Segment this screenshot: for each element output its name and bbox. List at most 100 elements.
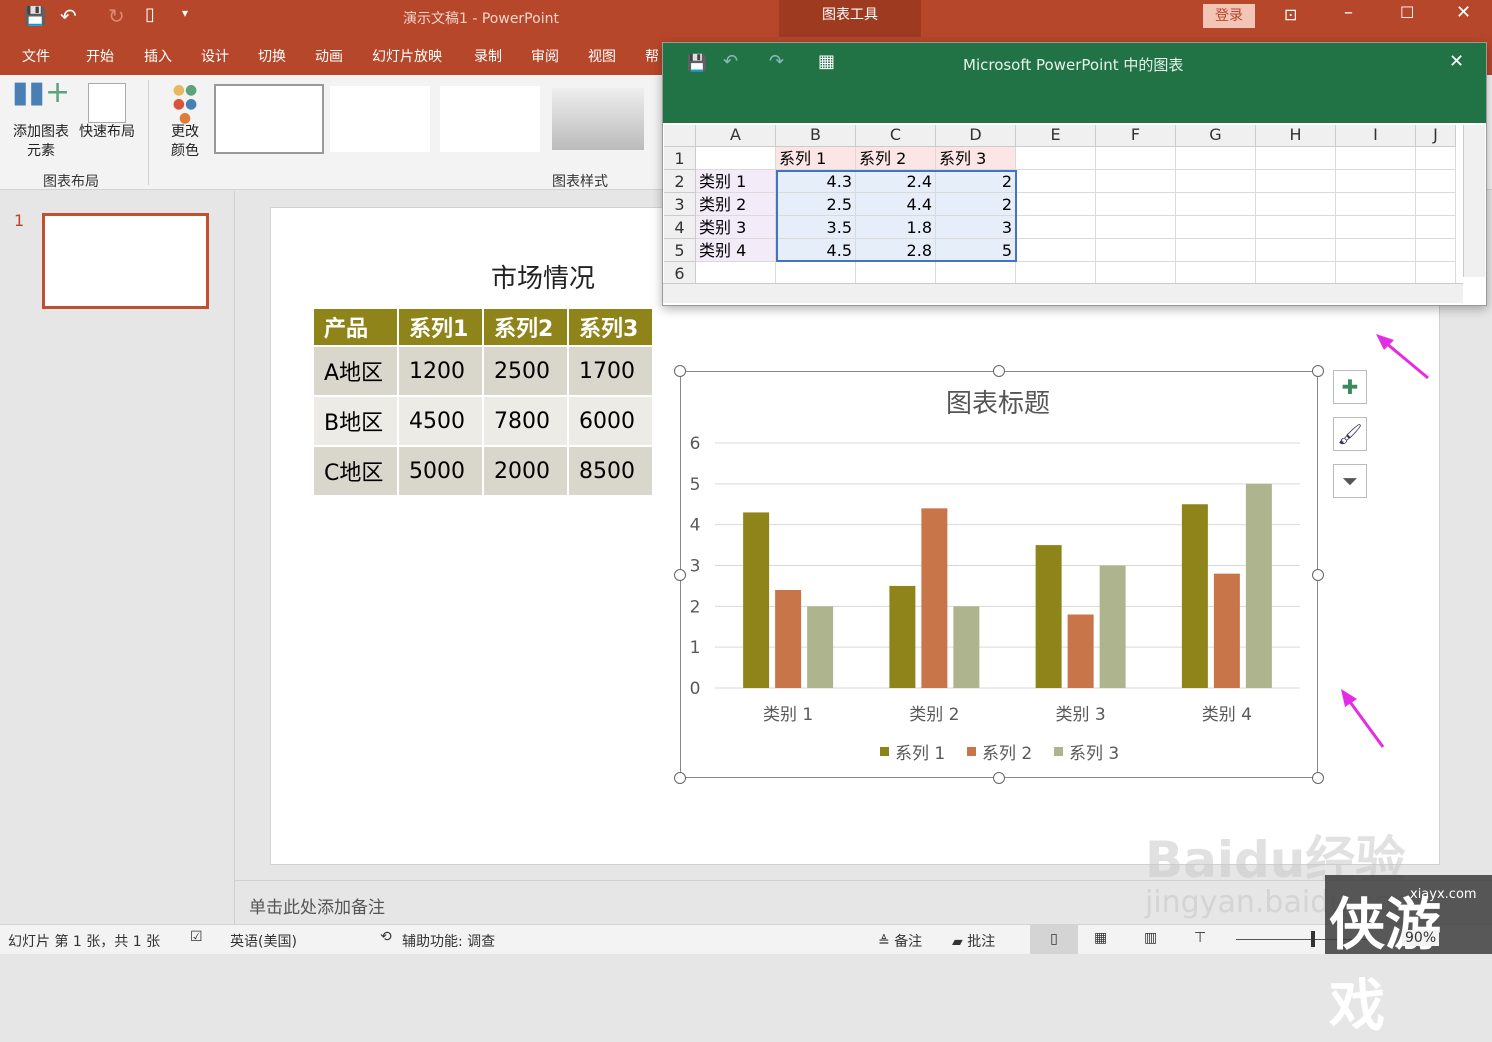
spreadsheet-cell[interactable] (1416, 216, 1456, 239)
change-colors-button[interactable]: ●● ●● ● 更改 颜色 (160, 83, 210, 161)
row-header[interactable]: 6 (664, 262, 696, 285)
zoom-level[interactable]: 90% (1402, 930, 1440, 946)
ribbon-display-icon[interactable]: ⊡ (1284, 5, 1297, 24)
close-icon[interactable]: ✕ (1449, 51, 1464, 72)
column-header[interactable]: C (856, 125, 936, 147)
spreadsheet-cell[interactable]: 系列 3 (936, 147, 1016, 170)
customize-toolbar-icon[interactable]: ▾ (182, 6, 188, 20)
tab-slideshow[interactable]: 幻灯片放映 (372, 46, 442, 66)
notes-button[interactable]: ≜ 备注 (878, 931, 922, 951)
resize-handle[interactable] (1312, 365, 1324, 377)
spreadsheet-cell[interactable] (776, 262, 856, 285)
horizontal-scrollbar[interactable] (663, 283, 1463, 303)
spreadsheet-cell[interactable]: 系列 1 (776, 147, 856, 170)
column-header[interactable]: F (1096, 125, 1176, 147)
tab-view[interactable]: 视图 (588, 46, 616, 66)
language[interactable]: 英语(美国) (230, 931, 297, 951)
spreadsheet-cell[interactable] (1416, 239, 1456, 262)
column-header[interactable]: J (1416, 125, 1456, 147)
spreadsheet-cell[interactable] (1176, 262, 1256, 285)
new-file-icon[interactable]: ▯ (145, 4, 155, 25)
spreadsheet-cell[interactable] (1336, 216, 1416, 239)
resize-handle[interactable] (674, 569, 686, 581)
chart-styles-brush-button[interactable]: 🖌 (1333, 417, 1367, 451)
accessibility-status[interactable]: 辅助功能: 调查 (402, 931, 495, 951)
maximize-icon[interactable]: ☐ (1400, 3, 1414, 22)
comments-button[interactable]: ▰ 批注 (952, 931, 995, 951)
chart-filter-button[interactable]: ⏷ (1333, 464, 1367, 498)
tab-transitions[interactable]: 切换 (258, 46, 286, 66)
spreadsheet-cell[interactable]: 类别 2 (696, 193, 776, 216)
chart-tools-tab[interactable]: 图表工具 (779, 0, 921, 37)
row-header[interactable]: 3 (664, 193, 696, 216)
spreadsheet-cell[interactable] (1336, 239, 1416, 262)
spreadsheet-cell[interactable] (1416, 170, 1456, 193)
spreadsheet-cell[interactable] (1096, 216, 1176, 239)
spreadsheet-cell[interactable] (1016, 239, 1096, 262)
login-button[interactable]: 登录 (1203, 4, 1255, 28)
undo-icon[interactable]: ↶ (723, 51, 738, 72)
spreadsheet-cell[interactable] (1096, 193, 1176, 216)
row-header[interactable]: 1 (664, 147, 696, 170)
spreadsheet-cell[interactable] (1096, 239, 1176, 262)
redo-icon[interactable]: ↻ (108, 4, 125, 28)
spellcheck-icon[interactable]: ☑ (190, 929, 203, 945)
spreadsheet-cell[interactable] (1336, 147, 1416, 170)
normal-view-icon[interactable]: ▯ (1030, 925, 1078, 954)
column-header[interactable]: E (1016, 125, 1096, 147)
zoom-slider-thumb[interactable] (1311, 931, 1315, 947)
chart-style-2[interactable] (330, 86, 430, 152)
tab-review[interactable]: 审阅 (531, 46, 559, 66)
spreadsheet-cell[interactable] (1256, 262, 1336, 285)
chart-elements-button[interactable]: ✚ (1333, 370, 1367, 404)
close-icon[interactable]: ✕ (1456, 2, 1471, 23)
spreadsheet-cell[interactable] (1336, 170, 1416, 193)
chart-style-3[interactable] (440, 86, 540, 152)
spreadsheet-cell[interactable] (1016, 193, 1096, 216)
tab-record[interactable]: 录制 (474, 46, 502, 66)
column-header[interactable]: D (936, 125, 1016, 147)
spreadsheet-cell[interactable] (1256, 193, 1336, 216)
redo-icon[interactable]: ↷ (769, 51, 784, 72)
tab-animations[interactable]: 动画 (315, 46, 343, 66)
resize-handle[interactable] (674, 365, 686, 377)
spreadsheet-cell[interactable] (1416, 147, 1456, 170)
resize-handle[interactable] (674, 772, 686, 784)
tab-file[interactable]: 文件 (22, 46, 50, 66)
tab-help[interactable]: 帮 (645, 46, 659, 66)
row-header[interactable]: 2 (664, 170, 696, 193)
column-header[interactable]: B (776, 125, 856, 147)
column-header[interactable]: H (1256, 125, 1336, 147)
spreadsheet-cell[interactable] (1096, 147, 1176, 170)
resize-handle[interactable] (1312, 569, 1324, 581)
tab-home[interactable]: 开始 (86, 46, 114, 66)
spreadsheet-cell[interactable] (1256, 170, 1336, 193)
spreadsheet-cell[interactable]: 类别 4 (696, 239, 776, 262)
spreadsheet-cell[interactable] (1416, 262, 1456, 285)
spreadsheet-cell[interactable] (1176, 239, 1256, 262)
add-chart-element-button[interactable]: ▮▮+ 添加图表 元素 (8, 78, 74, 161)
reading-view-icon[interactable]: ▥ (1144, 930, 1157, 946)
column-header[interactable]: A (696, 125, 776, 147)
chart-style-4[interactable] (552, 88, 644, 150)
slide-thumbnail-1[interactable] (42, 213, 209, 309)
spreadsheet-cell[interactable]: 类别 1 (696, 170, 776, 193)
spreadsheet-cell[interactable] (936, 262, 1016, 285)
row-header[interactable]: 4 (664, 216, 696, 239)
resize-handle[interactable] (1312, 772, 1324, 784)
spreadsheet-cell[interactable] (1096, 262, 1176, 285)
spreadsheet-cell[interactable] (1256, 216, 1336, 239)
spreadsheet-cell[interactable] (696, 147, 776, 170)
quick-layout-button[interactable]: 快速布局 (76, 83, 138, 142)
spreadsheet-cell[interactable] (1416, 193, 1456, 216)
edit-in-excel-icon[interactable]: ▦ (818, 51, 835, 72)
slideshow-icon[interactable]: ⊤ (1194, 930, 1206, 946)
resize-handle[interactable] (993, 772, 1005, 784)
spreadsheet-cell[interactable] (1016, 262, 1096, 285)
tab-insert[interactable]: 插入 (144, 46, 172, 66)
row-header[interactable]: 5 (664, 239, 696, 262)
spreadsheet-cell[interactable] (1016, 147, 1096, 170)
spreadsheet-cell[interactable] (1336, 262, 1416, 285)
spreadsheet-cell[interactable] (696, 262, 776, 285)
spreadsheet-cell[interactable]: 类别 3 (696, 216, 776, 239)
